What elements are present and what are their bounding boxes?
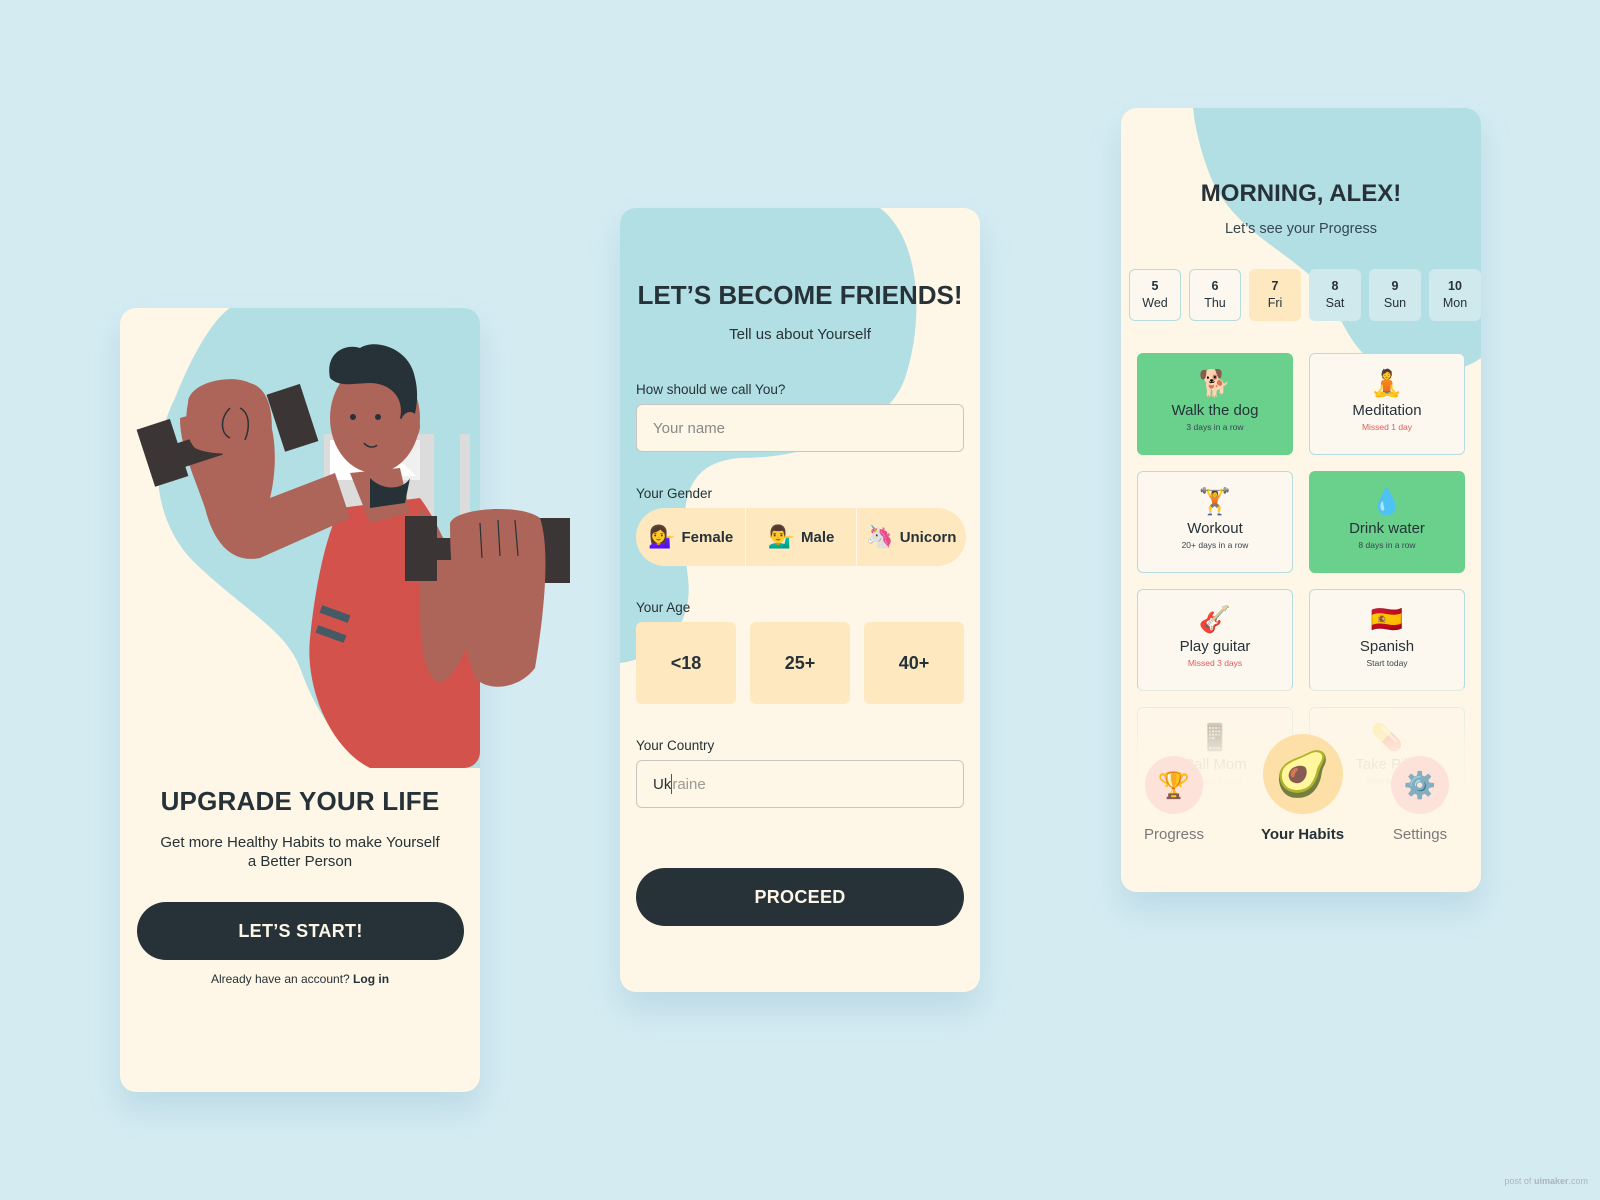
unicorn-icon: 🦄	[866, 524, 894, 549]
habit-card-walk-the-dog[interactable]: 🐕 Walk the dog 3 days in a row	[1137, 353, 1293, 455]
date-strip[interactable]: 4Tue 5Wed 6Thu 7Fri 8Sat 9Sun 10Mon	[1121, 269, 1481, 321]
login-link[interactable]: Log in	[353, 972, 389, 986]
age-option-under-18[interactable]: <18	[636, 622, 736, 704]
nav-label: Settings	[1392, 826, 1448, 843]
habit-status: 8 days in a row	[1358, 540, 1416, 550]
watermark: post of uimaker.com	[1504, 1176, 1588, 1186]
nav-label: Progress	[1144, 826, 1205, 843]
day-wed-5[interactable]: 5 Wed	[1129, 269, 1181, 321]
water-drop-icon: 💧	[1370, 486, 1404, 516]
gender-option-male[interactable]: 💁‍♂️ Male	[746, 508, 857, 566]
guitar-icon: 🎸	[1198, 604, 1232, 634]
country-autocomplete-suggestion: raine	[672, 775, 706, 793]
habit-name: Play guitar	[1179, 638, 1251, 655]
fitness-man-illustration	[120, 308, 590, 768]
habit-name: Drink water	[1349, 520, 1425, 537]
habit-name: Spanish	[1359, 638, 1415, 655]
gender-option-label: Female	[681, 528, 734, 546]
female-icon: 💁‍♀️	[648, 524, 676, 549]
habit-card-drink-water[interactable]: 💧 Drink water 8 days in a row	[1309, 471, 1465, 573]
watermark-brand: uimaker	[1533, 1176, 1569, 1186]
day-name: Sun	[1383, 296, 1407, 310]
country-typed-text: Uk	[653, 775, 672, 793]
day-sun-9[interactable]: 9 Sun	[1369, 269, 1421, 321]
gender-selector: 💁‍♀️ Female 💁‍♂️ Male 🦄 Unicorn	[636, 508, 966, 566]
age-label: Your Age	[636, 600, 691, 615]
age-option-40-plus[interactable]: 40+	[864, 622, 964, 704]
day-fri-7-selected[interactable]: 7 Fri	[1249, 269, 1301, 321]
profile-setup-screen: LET’S BECOME FRIENDS! Tell us about Your…	[620, 208, 980, 992]
gender-option-unicorn[interactable]: 🦄 Unicorn	[857, 508, 966, 566]
day-number: 10	[1448, 279, 1462, 293]
day-name: Wed	[1142, 296, 1168, 310]
profile-subtitle: Tell us about Yourself	[729, 326, 871, 343]
age-selector: <18 25+ 40+	[636, 622, 964, 704]
nav-settings[interactable]: ⚙️ Settings	[1391, 756, 1449, 843]
gear-icon: ⚙️	[1391, 756, 1449, 814]
gender-option-label: Unicorn	[899, 528, 957, 546]
habit-card-play-guitar[interactable]: 🎸 Play guitar Missed 3 days	[1137, 589, 1293, 691]
greeting-subtitle: Let’s see your Progress	[1224, 221, 1378, 237]
habit-card-spanish[interactable]: 🇪🇸 Spanish Start today	[1309, 589, 1465, 691]
day-number: 9	[1391, 279, 1399, 293]
meditation-icon: 🧘	[1370, 368, 1404, 398]
day-name: Fri	[1267, 296, 1283, 310]
lets-start-button[interactable]: LET’S START!	[137, 902, 464, 960]
name-input[interactable]: Your name	[636, 404, 964, 452]
login-prompt-text: Already have an account?	[210, 972, 350, 986]
day-number: 5	[1151, 279, 1159, 293]
onboarding-screen: UPGRADE YOUR LIFE Get more Healthy Habit…	[120, 308, 570, 1092]
day-name: Mon	[1442, 296, 1468, 310]
habit-card-meditation[interactable]: 🧘 Meditation Missed 1 day	[1309, 353, 1465, 455]
login-prompt: Already have an account? Log in	[120, 972, 480, 986]
habit-status: Missed 3 days	[1187, 658, 1243, 668]
habits-dashboard-screen: MORNING, ALEX! Let’s see your Progress 4…	[1121, 108, 1481, 892]
gender-option-label: Male	[801, 528, 835, 546]
day-sat-8[interactable]: 8 Sat	[1309, 269, 1361, 321]
proceed-button[interactable]: PROCEED	[636, 868, 964, 926]
nav-label: Your Habits	[1261, 826, 1345, 843]
name-label: How should we call You?	[636, 382, 786, 397]
day-number: 7	[1271, 279, 1279, 293]
country-label: Your Country	[636, 738, 715, 753]
greeting-title: MORNING, ALEX!	[1200, 180, 1402, 207]
male-icon: 💁‍♂️	[767, 524, 796, 549]
habit-name: Meditation	[1352, 402, 1422, 419]
day-mon-10[interactable]: 10 Mon	[1429, 269, 1481, 321]
watermark-suffix: .com	[1568, 1176, 1588, 1186]
avocado-icon: 🥑	[1262, 734, 1343, 814]
habit-name: Workout	[1187, 520, 1243, 537]
onboarding-subtitle: Get more Healthy Habits to make Yourself…	[160, 834, 440, 870]
nav-progress[interactable]: 🏆 Progress	[1144, 756, 1204, 843]
trophy-icon: 🏆	[1145, 756, 1204, 814]
gender-option-female[interactable]: 💁‍♀️ Female	[636, 508, 747, 566]
country-input[interactable]: Uk raine	[636, 760, 964, 808]
profile-title: LET’S BECOME FRIENDS!	[637, 280, 963, 310]
day-number: 6	[1211, 279, 1219, 293]
habit-name: Walk the dog	[1171, 402, 1259, 419]
day-name: Sat	[1325, 296, 1345, 310]
dog-icon: 🐕	[1198, 368, 1232, 398]
gender-label: Your Gender	[636, 486, 713, 501]
day-thu-6[interactable]: 6 Thu	[1189, 269, 1241, 321]
habit-status: 3 days in a row	[1186, 422, 1244, 432]
nav-your-habits[interactable]: 🥑 Your Habits	[1261, 734, 1344, 843]
watermark-prefix: post of	[1504, 1176, 1532, 1186]
spain-flag-icon: 🇪🇸	[1370, 604, 1404, 634]
habit-status: 20+ days in a row	[1181, 540, 1249, 550]
habit-card-workout[interactable]: 🏋️ Workout 20+ days in a row	[1137, 471, 1293, 573]
day-name: Thu	[1204, 296, 1226, 310]
name-placeholder: Your name	[653, 419, 725, 437]
day-number: 8	[1331, 279, 1339, 293]
weightlifter-icon: 🏋️	[1198, 486, 1232, 516]
age-option-25-plus[interactable]: 25+	[750, 622, 850, 704]
habit-status: Start today	[1366, 658, 1408, 668]
bottom-navigation: 🏆 Progress 🥑 Your Habits ⚙️ Settings	[1121, 734, 1481, 886]
background-blob	[1121, 108, 1481, 378]
habit-status: Missed 1 day	[1361, 422, 1413, 432]
onboarding-title: UPGRADE YOUR LIFE	[160, 786, 440, 816]
